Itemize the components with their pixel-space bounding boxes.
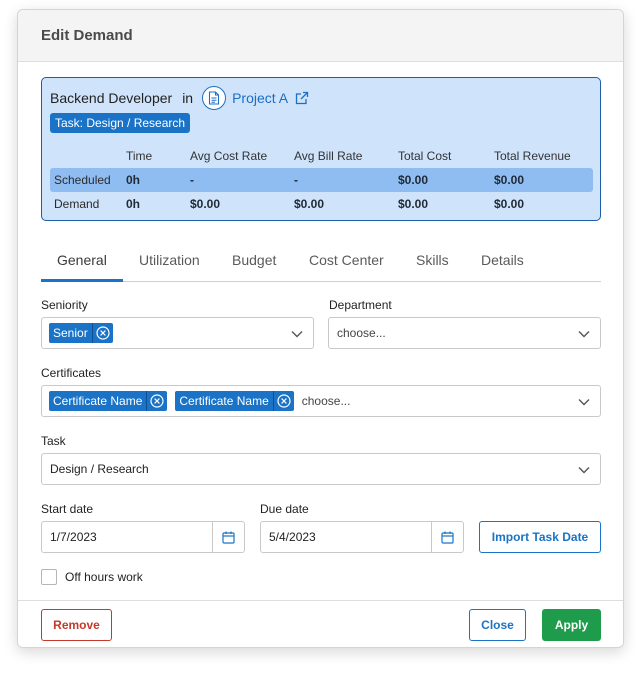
total-cost-value: $0.00 [398, 197, 429, 211]
in-label: in [182, 90, 194, 106]
department-select[interactable]: choose... [328, 317, 601, 349]
chip-label: Certificate Name [49, 391, 148, 411]
column-header: Total Revenue [494, 149, 571, 163]
role-name: Backend Developer [50, 90, 173, 106]
remove-button[interactable]: Remove [41, 609, 112, 641]
task-label: Task [41, 434, 66, 448]
total-revenue-value: $0.00 [494, 197, 525, 211]
edit-demand-dialog: Edit Demand Backend Developer in Project… [17, 9, 624, 648]
task-badge: Task: Design / Research [50, 113, 191, 133]
calendar-icon[interactable] [431, 522, 463, 552]
cost-summary-table: Time Avg Cost Rate Avg Bill Rate Total C… [50, 144, 593, 216]
import-task-date-button[interactable]: Import Task Date [479, 521, 601, 553]
chevron-down-icon[interactable] [291, 328, 303, 340]
project-document-icon [202, 86, 227, 110]
tab-details[interactable]: Details [481, 242, 524, 282]
tab-skills[interactable]: Skills [416, 242, 449, 282]
certificates-label: Certificates [41, 366, 102, 380]
task-select[interactable]: Design / Research [41, 453, 601, 485]
chip-label: Senior [49, 323, 93, 343]
tab-general[interactable]: General [57, 242, 107, 282]
time-value: 0h [126, 173, 141, 187]
total-cost-value: $0.00 [398, 173, 429, 187]
seniority-chip: Senior [49, 323, 113, 343]
remove-chip-icon[interactable] [147, 391, 167, 411]
certificates-placeholder: choose... [301, 394, 351, 408]
row-label: Demand [54, 197, 100, 211]
summary-heading: Backend Developer in Project A [50, 86, 309, 110]
dialog-header: Edit Demand [18, 10, 623, 62]
task-value: Design / Research [50, 462, 149, 476]
column-header: Avg Cost Rate [190, 149, 268, 163]
seniority-select[interactable]: Senior [41, 317, 314, 349]
department-placeholder: choose... [337, 326, 386, 340]
certificate-chip: Certificate Name [49, 391, 168, 411]
column-header: Avg Bill Rate [294, 149, 363, 163]
time-value: 0h [126, 197, 141, 211]
start-date-label: Start date [41, 502, 94, 516]
avg-bill-rate-value: - [294, 173, 298, 187]
department-label: Department [329, 298, 392, 312]
tab-utilization[interactable]: Utilization [139, 242, 200, 282]
seniority-label: Seniority [41, 298, 88, 312]
table-row-demand: Demand 0h $0.00 $0.00 $0.00 $0.00 [50, 192, 593, 216]
column-header: Time [126, 149, 153, 163]
due-date-label: Due date [260, 502, 309, 516]
start-date-field[interactable]: 1/7/2023 [41, 521, 245, 553]
dialog-title: Edit Demand [41, 27, 133, 44]
tab-cost-center[interactable]: Cost Center [309, 242, 384, 282]
off-hours-label: Off hours work [65, 570, 143, 584]
column-header: Total Cost [398, 149, 452, 163]
total-revenue-value: $0.00 [494, 173, 525, 187]
remove-chip-icon[interactable] [274, 391, 294, 411]
external-link-icon[interactable] [295, 91, 309, 105]
certificates-select[interactable]: Certificate Name Certificate Name choose… [41, 385, 601, 417]
due-date-value: 5/4/2023 [269, 530, 316, 544]
chevron-down-icon[interactable] [578, 464, 590, 476]
project-link[interactable]: Project A [232, 90, 288, 106]
start-date-value: 1/7/2023 [50, 530, 97, 544]
due-date-field[interactable]: 5/4/2023 [260, 521, 464, 553]
off-hours-checkbox[interactable] [41, 569, 57, 585]
active-tab-indicator [41, 279, 123, 282]
chevron-down-icon[interactable] [578, 328, 590, 340]
demand-summary-card: Backend Developer in Project A Task: Des… [41, 77, 601, 221]
tab-budget[interactable]: Budget [232, 242, 276, 282]
remove-chip-icon[interactable] [93, 323, 113, 343]
table-header-row: Time Avg Cost Rate Avg Bill Rate Total C… [50, 144, 593, 168]
avg-bill-rate-value: $0.00 [294, 197, 325, 211]
apply-button[interactable]: Apply [542, 609, 601, 641]
tab-bar: General Utilization Budget Cost Center S… [41, 242, 601, 282]
chevron-down-icon[interactable] [578, 396, 590, 408]
avg-cost-rate-value: - [190, 173, 194, 187]
close-button[interactable]: Close [469, 609, 526, 641]
calendar-icon[interactable] [212, 522, 244, 552]
dialog-footer: Remove Close Apply [18, 600, 623, 647]
table-row-scheduled: Scheduled 0h - - $0.00 $0.00 [50, 168, 593, 192]
certificate-chip: Certificate Name [175, 391, 294, 411]
avg-cost-rate-value: $0.00 [190, 197, 221, 211]
chip-label: Certificate Name [175, 391, 274, 411]
row-label: Scheduled [54, 173, 111, 187]
